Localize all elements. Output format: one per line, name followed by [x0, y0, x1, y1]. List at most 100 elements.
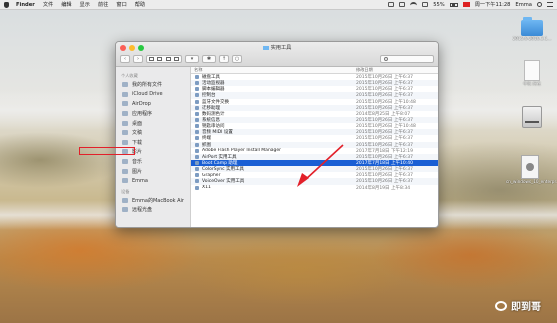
sidebar-item-icon [122, 168, 128, 174]
file-name: 抓图 [202, 142, 211, 148]
column-date-header[interactable]: 修改日期 [353, 67, 373, 73]
forward-button[interactable]: › [133, 55, 143, 63]
folder-icon [521, 17, 543, 36]
cover-flow-icon[interactable] [174, 57, 180, 61]
list-view-icon[interactable] [157, 57, 163, 61]
sidebar-item[interactable]: Emma的MacBook Air [116, 196, 190, 206]
search-field[interactable] [380, 55, 434, 63]
menubar-clock[interactable]: 周一下午11:28 [475, 1, 511, 8]
sidebar-item[interactable]: 远程光盘 [116, 205, 190, 215]
sidebar-item[interactable]: 应用程序 [116, 109, 190, 119]
sidebar-item-label: 音乐 [132, 159, 143, 166]
desktop-item-label: 中帐 所在 [522, 81, 542, 86]
file-date: 2014年8月25日 上午8:07 [356, 111, 411, 117]
arrange-button[interactable]: ▾ [185, 55, 199, 63]
file-name: 迁移助理 [202, 105, 220, 111]
back-button[interactable]: ‹ [120, 55, 130, 63]
file-name-cell: 钥匙串访问 [191, 123, 353, 129]
column-name-header[interactable]: 名称 [191, 67, 353, 73]
menubar-user[interactable]: Emma [515, 2, 532, 8]
menu-file[interactable]: 文件 [43, 1, 53, 8]
notification-center-icon[interactable] [547, 2, 553, 7]
file-name: Boot Camp 助理 [202, 161, 238, 167]
spotlight-search-icon[interactable] [537, 2, 542, 7]
icon-view-icon[interactable] [148, 57, 154, 61]
file-date: 2015年10月26日 上午6:37 [356, 179, 413, 185]
sidebar-item[interactable]: 文稿 [116, 128, 190, 138]
sidebar-item[interactable]: 下载 [116, 138, 190, 148]
file-name: AirPort 实用工具 [202, 154, 237, 160]
sidebar-item[interactable]: 图片 [116, 166, 190, 176]
app-icon [195, 105, 199, 110]
sidebar-item-icon [122, 101, 128, 107]
window-title: 实用工具 [116, 44, 438, 51]
desktop-disk[interactable] [512, 106, 552, 128]
file-name: 钥匙串访问 [202, 124, 225, 130]
app-icon [195, 154, 199, 159]
column-view-icon[interactable] [165, 57, 171, 61]
view-mode-control[interactable] [146, 55, 182, 63]
menu-edit[interactable]: 编辑 [61, 1, 71, 8]
sidebar-item[interactable]: Emma [116, 176, 190, 186]
menu-view[interactable]: 显示 [80, 1, 90, 8]
tags-button[interactable]: ○ [232, 55, 242, 63]
app-icon [195, 142, 199, 147]
volume-icon[interactable] [422, 2, 429, 7]
sidebar-item-label: 图片 [132, 168, 143, 175]
desktop-document[interactable]: 中帐 所在 [512, 60, 552, 87]
status-icon[interactable] [399, 2, 406, 7]
sidebar-item[interactable]: 音乐 [116, 157, 190, 167]
sidebar-item-icon [122, 91, 128, 97]
file-date: 2015年10月26日 上午6:37 [356, 118, 413, 124]
sidebar-section-header: 个人收藏 [121, 73, 138, 78]
apple-icon[interactable] [4, 1, 9, 8]
battery-percent: 55% [433, 1, 445, 8]
desktop-folder[interactable]: 2015.6-2016.3.1... [512, 17, 552, 41]
file-date: 2015年10月26日 上午6:37 [356, 142, 413, 148]
file-date: 2015年10月26日 上午6:37 [356, 154, 413, 160]
file-date: 2015年10月26日 上午6:37 [356, 105, 413, 111]
file-name-cell: 迁移助理 [191, 105, 353, 111]
sidebar-item-label: AirDrop [132, 100, 151, 107]
sidebar-item-icon [122, 111, 128, 117]
hard-disk-icon [522, 106, 542, 128]
sidebar-item-icon [122, 120, 128, 126]
wifi-icon[interactable] [410, 2, 418, 7]
sidebar-item[interactable]: 我的所有文件 [116, 80, 190, 90]
app-icon [195, 148, 199, 153]
menu-help[interactable]: 帮助 [135, 1, 145, 8]
file-row[interactable]: X11 2014年8月19日 上午8:34 [191, 185, 438, 191]
sidebar-item-icon [122, 82, 128, 88]
menu-finder[interactable]: Finder [16, 2, 35, 8]
sidebar-item[interactable]: 桌面 [116, 118, 190, 128]
file-date: 2015年10月26日 上午6:37 [356, 130, 413, 136]
file-rows: 磁盘工具 2015年10月26日 上午6:37 活动监视器 2015年10月26日 上… [191, 74, 438, 191]
sidebar-item[interactable]: AirDrop [116, 99, 190, 109]
menu-go[interactable]: 前往 [98, 1, 108, 8]
file-name-cell: 脚本编辑器 [191, 86, 353, 92]
column-header[interactable]: 名称 修改日期 [191, 67, 438, 74]
menu-window[interactable]: 窗口 [116, 1, 126, 8]
file-name-cell: Adobe Flash Player Install Manager [191, 148, 353, 153]
sidebar-item[interactable]: iCloud Drive [116, 90, 190, 100]
file-name: Adobe Flash Player Install Manager [202, 148, 282, 154]
annotation-highlight-box [79, 147, 135, 155]
share-button[interactable]: ↑ [219, 55, 229, 63]
title-bar[interactable]: 实用工具 ‹ › ▾ ✱ ↑ ○ [116, 42, 438, 67]
app-icon [195, 179, 199, 184]
sidebar-item-icon [122, 130, 128, 136]
search-icon [384, 57, 388, 61]
action-gear-button[interactable]: ✱ [202, 55, 216, 63]
app-icon [195, 87, 199, 92]
sidebar-item-label: 远程光盘 [132, 207, 153, 214]
battery-icon[interactable] [449, 2, 458, 7]
file-date: 2015年10月26日 上午6:37 [356, 136, 413, 142]
wechat-icon [495, 300, 507, 311]
status-icon[interactable] [388, 2, 395, 7]
file-name: 音频 MIDI 设置 [202, 130, 233, 136]
desktop-iso-file[interactable]: cn_windows_10_enterpr...x64.iso [506, 155, 557, 184]
file-name-cell: 抓图 [191, 142, 353, 148]
app-icon [195, 93, 199, 98]
input-source-flag-icon[interactable] [462, 2, 470, 7]
sidebar-item-label: 应用程序 [132, 111, 153, 118]
